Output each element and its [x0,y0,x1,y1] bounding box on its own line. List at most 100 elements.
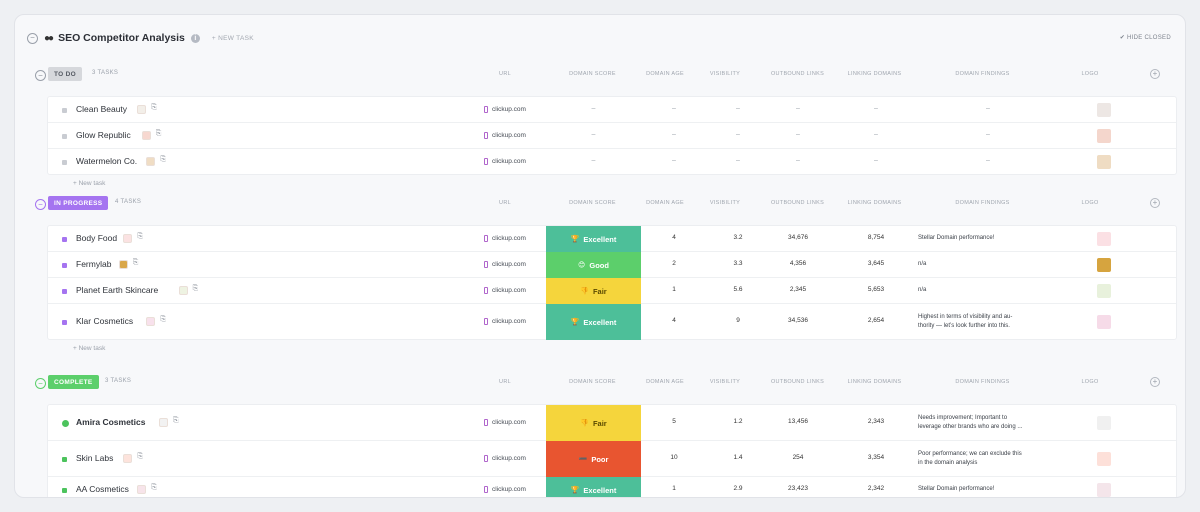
domain-score-badge[interactable]: 👎 Fair [546,405,641,441]
collapse-group-icon[interactable]: − [35,70,46,81]
visibility-value[interactable]: – [708,157,768,164]
brand-logo-image[interactable] [1097,155,1111,169]
add-column-icon[interactable]: + [1150,198,1160,208]
status-square[interactable] [62,419,69,427]
col-visibility-header[interactable]: VISIBILITY [695,200,755,206]
collapse-group-icon[interactable]: − [35,199,46,210]
table-row[interactable]: Klar Cosmetics ⎘ clickup.com 🏆 Excellent 4 9 34… [48,304,1176,340]
domain-score-empty[interactable]: – [546,105,641,112]
domain-age-value[interactable]: 4 [644,234,704,241]
linking-domains-value[interactable]: 3,354 [846,454,906,461]
domain-findings-empty[interactable]: – [918,131,1058,138]
task-name[interactable]: AA Cosmetics [76,484,129,494]
paperclip-icon[interactable]: ⎘ [156,130,162,138]
table-row[interactable]: Skin Labs ⎘ clickup.com ➖ Poor 10 1.4 254 3,354 P… [48,441,1176,477]
task-name[interactable]: Clean Beauty [76,104,127,114]
add-task-link[interactable]: + New task [73,180,105,187]
domain-findings-text[interactable]: Needs improvement; Important to leverage … [918,414,1058,433]
domain-score-badge[interactable]: ➖ Poor [546,441,641,477]
visibility-value[interactable]: 1.4 [708,454,768,461]
paperclip-icon[interactable]: ⎘ [133,259,139,267]
paperclip-icon[interactable]: ⎘ [151,484,157,492]
domain-age-value[interactable]: – [644,105,704,112]
status-square[interactable] [62,487,67,493]
status-square[interactable] [62,262,67,268]
linking-domains-value[interactable]: 8,754 [846,234,906,241]
linking-domains-value[interactable]: – [846,105,906,112]
domain-findings-text[interactable]: n/a [918,260,1058,269]
col-logo-header[interactable]: LOGO [1070,200,1110,206]
linking-domains-value[interactable]: 5,653 [846,286,906,293]
brand-logo-image[interactable] [1097,129,1111,143]
domain-age-value[interactable]: 10 [644,454,704,461]
status-square[interactable] [62,456,67,462]
domain-age-value[interactable]: 2 [644,260,704,267]
table-row[interactable]: Watermelon Co. ⎘ clickup.com – – – – – – [48,149,1176,175]
url-value[interactable]: clickup.com [492,106,526,113]
table-row[interactable]: Clean Beauty ⎘ clickup.com – – – – – – [48,97,1176,123]
url-value[interactable]: clickup.com [492,158,526,165]
status-square[interactable] [62,288,67,294]
col-linking-header[interactable]: LINKING DOMAINS [837,71,912,77]
col-visibility-header[interactable]: VISIBILITY [695,379,755,385]
status-square[interactable] [62,236,67,242]
status-pill[interactable]: COMPLETE [48,375,99,389]
url-value[interactable]: clickup.com [492,235,526,242]
domain-findings-empty[interactable]: – [918,157,1058,164]
task-name[interactable]: Watermelon Co. [76,156,137,166]
visibility-value[interactable]: 9 [708,317,768,324]
brand-logo-image[interactable] [1097,452,1111,466]
visibility-value[interactable]: – [708,105,768,112]
domain-score-badge[interactable]: 👎 Fair [546,278,641,304]
paperclip-icon[interactable]: ⎘ [173,417,179,425]
domain-findings-text[interactable]: Poor performance; we can exclude this in … [918,450,1058,469]
outbound-links-value[interactable]: 34,676 [768,234,828,241]
table-row[interactable]: Planet Earth Skincare ⎘ clickup.com 👎 Fair 1 5… [48,278,1176,304]
info-icon[interactable]: i [190,33,200,43]
paperclip-icon[interactable]: ⎘ [160,156,166,164]
task-name[interactable]: Fermylab [76,259,111,269]
domain-score-badge[interactable]: 😊 Good [546,252,641,278]
task-name[interactable]: Skin Labs [76,453,113,463]
table-row[interactable]: Amira Cosmetics ⎘ clickup.com 👎 Fair 5 1.2 13,4… [48,405,1176,441]
status-square[interactable] [62,107,67,113]
url-value[interactable]: clickup.com [492,318,526,325]
status-square[interactable] [62,133,67,139]
brand-logo-image[interactable] [1097,416,1111,430]
visibility-value[interactable]: 5.6 [708,286,768,293]
col-url-header[interactable]: URL [485,71,525,77]
col-outbound-header[interactable]: OUTBOUND LINKS [760,200,835,206]
outbound-links-value[interactable]: 2,345 [768,286,828,293]
task-name[interactable]: Klar Cosmetics [76,316,133,326]
url-value[interactable]: clickup.com [492,261,526,268]
linking-domains-value[interactable]: 2,343 [846,418,906,425]
hide-closed-toggle[interactable]: ✔ HIDE CLOSED [1120,34,1171,41]
domain-findings-text[interactable]: Highest in terms of visibility and au-th… [918,313,1058,332]
domain-findings-text[interactable]: n/a [918,286,1058,295]
status-square[interactable] [62,159,67,165]
outbound-links-value[interactable]: 13,456 [768,418,828,425]
domain-findings-empty[interactable]: – [918,105,1058,112]
domain-age-value[interactable]: 5 [644,418,704,425]
col-domain-age-header[interactable]: DOMAIN AGE [635,200,695,206]
brand-logo-image[interactable] [1097,483,1111,497]
domain-score-empty[interactable]: – [546,131,641,138]
col-findings-header[interactable]: DOMAIN FINDINGS [920,379,1045,385]
visibility-value[interactable]: 3.3 [708,260,768,267]
status-square[interactable] [62,319,67,325]
brand-logo-image[interactable] [1097,258,1111,272]
status-pill[interactable]: TO DO [48,67,82,81]
url-value[interactable]: clickup.com [492,132,526,139]
col-domain-score-header[interactable]: DOMAIN SCORE [545,71,640,77]
brand-logo-image[interactable] [1097,284,1111,298]
brand-logo-image[interactable] [1097,103,1111,117]
outbound-links-value[interactable]: – [768,157,828,164]
table-row[interactable]: Fermylab ⎘ clickup.com 😊 Good 2 3.3 4,356 3,645 n… [48,252,1176,278]
domain-age-value[interactable]: 1 [644,485,704,492]
brand-logo-image[interactable] [1097,232,1111,246]
paperclip-icon[interactable]: ⎘ [137,233,143,241]
col-linking-header[interactable]: LINKING DOMAINS [837,379,912,385]
domain-age-value[interactable]: 1 [644,286,704,293]
paperclip-icon[interactable]: ⎘ [160,316,166,324]
visibility-value[interactable]: 1.2 [708,418,768,425]
